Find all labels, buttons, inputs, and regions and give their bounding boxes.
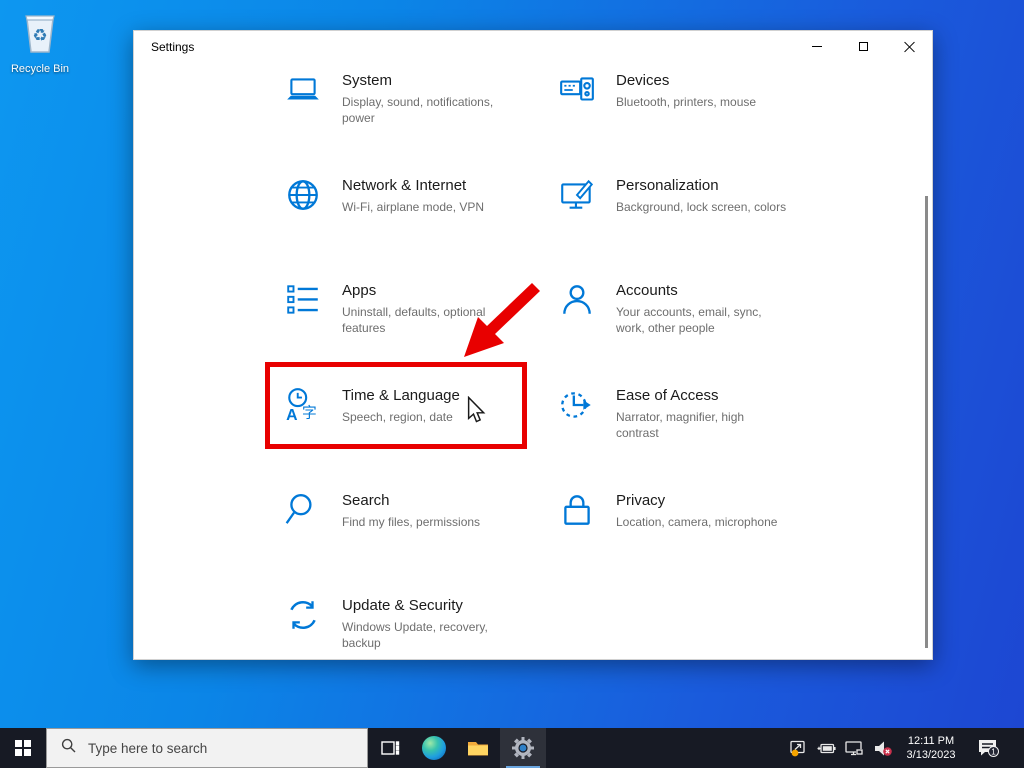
globe-icon [284, 176, 322, 214]
tile-title: Update & Security [342, 597, 463, 614]
tile-update-security[interactable]: Update & Security Windows Update, recove… [284, 596, 534, 651]
tile-title: Privacy [616, 492, 666, 509]
tile-time-language[interactable]: A 字 Time & Language Speech, region, date [284, 386, 534, 425]
personalization-icon [558, 176, 596, 214]
taskbar-clock[interactable]: 12:11 PM 3/13/2023 [898, 734, 964, 762]
privacy-lock-icon [558, 491, 596, 529]
tile-title: Time & Language [342, 387, 460, 404]
taskbar-search[interactable] [46, 728, 368, 768]
tile-privacy[interactable]: Privacy Location, camera, microphone [558, 491, 808, 530]
taskbar: 12:11 PM 3/13/2023 1 [0, 728, 1024, 768]
close-icon [904, 41, 915, 52]
scrollbar-thumb[interactable] [925, 196, 928, 648]
edge-button[interactable] [412, 728, 456, 768]
tile-search[interactable]: Search Find my files, permissions [284, 491, 534, 530]
task-view-icon [381, 741, 400, 755]
devices-icon [558, 71, 596, 109]
window-title: Settings [151, 40, 195, 54]
tile-title: Accounts [616, 282, 678, 299]
edge-icon [422, 736, 446, 760]
settings-app-button[interactable] [500, 728, 546, 768]
action-center-button[interactable]: 1 [968, 728, 1008, 768]
recycle-bin-icon: ♻ [18, 15, 62, 60]
file-explorer-icon [468, 742, 488, 756]
svg-text:字: 字 [302, 405, 317, 422]
search-magnifier-icon [284, 491, 322, 529]
settings-window: Settings System Display, sound, notifica… [133, 30, 933, 660]
notification-badge: 1 [991, 747, 996, 756]
tile-subtitle: Wi-Fi, airplane mode, VPN [342, 200, 485, 214]
tile-title: System [342, 72, 393, 89]
tile-devices[interactable]: Devices Bluetooth, printers, mouse [558, 71, 808, 110]
search-input[interactable] [88, 740, 328, 756]
network-tray-icon[interactable] [842, 728, 866, 768]
ease-of-access-icon [558, 386, 596, 424]
maximize-button[interactable] [840, 31, 886, 61]
close-button[interactable] [886, 31, 932, 61]
tile-subtitle: Your accounts, email, sync, work, other … [616, 305, 762, 335]
recycle-bin-label: Recycle Bin [10, 63, 70, 75]
battery-tray-icon[interactable] [814, 728, 838, 768]
system-icon [284, 71, 322, 109]
tile-title: Network & Internet [342, 177, 467, 194]
tile-subtitle: Windows Update, recovery, backup [342, 620, 488, 650]
clock-time: 12:11 PM [907, 735, 955, 747]
svg-text:♻: ♻ [32, 26, 47, 45]
tile-title: Ease of Access [616, 387, 719, 404]
file-explorer-button[interactable] [456, 728, 500, 768]
tile-subtitle: Speech, region, date [342, 410, 453, 424]
tile-network[interactable]: Network & Internet Wi-Fi, airplane mode,… [284, 176, 534, 215]
tile-subtitle: Display, sound, notifications, power [342, 95, 494, 125]
desktop: ♻ Recycle Bin Settings System Display, s… [0, 0, 1024, 768]
restart-required-tray-icon[interactable] [786, 728, 810, 768]
accounts-icon [558, 281, 596, 319]
tile-title: Search [342, 492, 390, 509]
tile-subtitle: Bluetooth, printers, mouse [616, 95, 757, 109]
tile-title: Personalization [616, 177, 719, 194]
search-icon [61, 738, 76, 758]
svg-text:A: A [286, 407, 298, 424]
minimize-button[interactable] [794, 31, 840, 61]
settings-gear-icon [512, 737, 534, 759]
update-security-icon [284, 596, 322, 634]
tile-title: Apps [342, 282, 377, 299]
tile-subtitle: Narrator, magnifier, high contrast [616, 410, 745, 440]
tile-system[interactable]: System Display, sound, notifications, po… [284, 71, 534, 126]
tile-accounts[interactable]: Accounts Your accounts, email, sync, wor… [558, 281, 808, 336]
task-view-button[interactable] [368, 728, 412, 768]
maximize-icon [858, 41, 868, 51]
tile-subtitle: Uninstall, defaults, optional features [342, 305, 486, 335]
tile-subtitle: Find my files, permissions [342, 515, 481, 529]
volume-muted-tray-icon[interactable] [870, 728, 894, 768]
clock-date: 3/13/2023 [906, 749, 956, 761]
window-titlebar: Settings [134, 31, 932, 63]
windows-logo-icon [15, 740, 31, 756]
tile-personalization[interactable]: Personalization Background, lock screen,… [558, 176, 808, 215]
tile-apps[interactable]: Apps Uninstall, defaults, optional featu… [284, 281, 534, 336]
time-language-icon: A 字 [284, 386, 322, 424]
notification-icon: 1 [979, 740, 999, 757]
recycle-bin[interactable]: ♻ Recycle Bin [8, 8, 72, 75]
tile-title: Devices [616, 72, 670, 89]
start-button[interactable] [0, 728, 46, 768]
tile-subtitle: Background, lock screen, colors [616, 200, 787, 214]
minimize-icon [812, 45, 822, 47]
tile-subtitle: Location, camera, microphone [616, 515, 778, 529]
tile-ease-of-access[interactable]: Ease of Access Narrator, magnifier, high… [558, 386, 808, 441]
apps-icon [284, 281, 322, 319]
